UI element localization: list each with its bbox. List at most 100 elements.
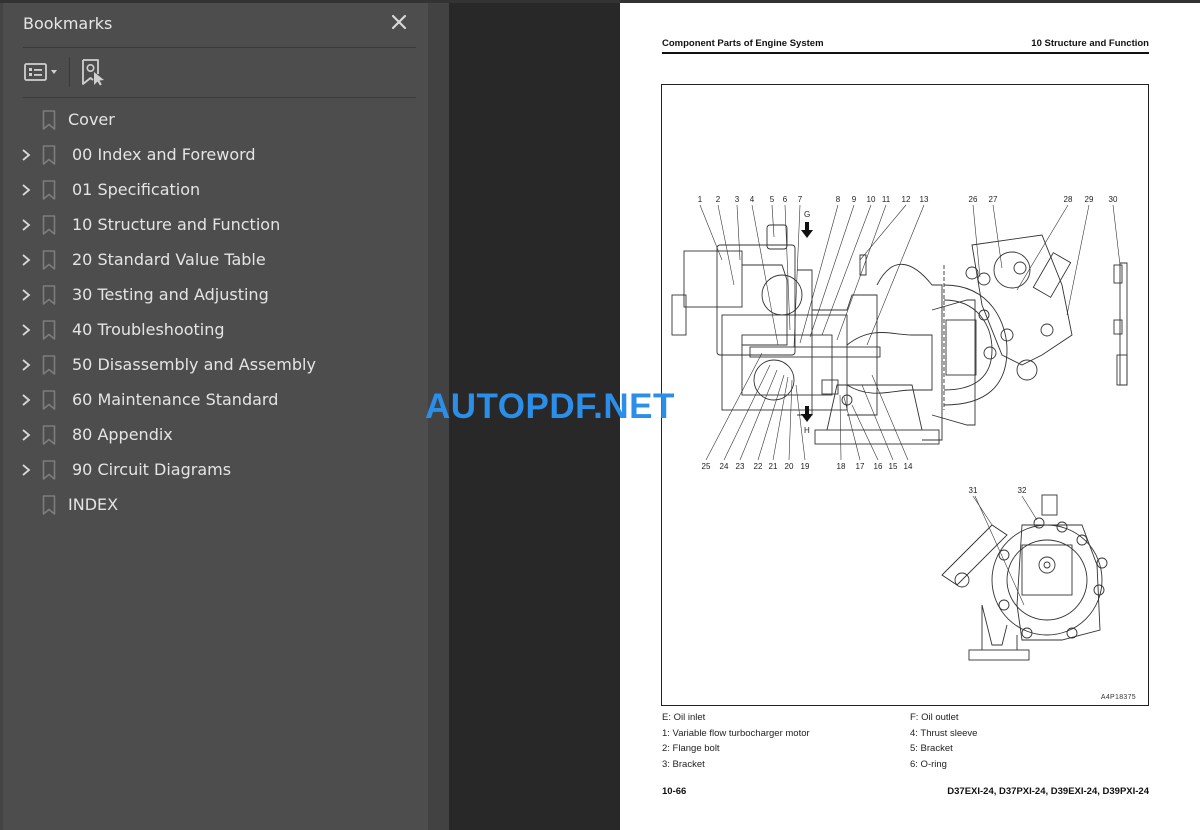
bookmark-label: 90 Circuit Diagrams (72, 460, 232, 479)
leader-line (795, 384, 806, 461)
chevron-right-icon[interactable] (20, 148, 32, 162)
bookmark-label: 60 Maintenance Standard (72, 390, 279, 409)
model-list: D37EXI-24, D37PXI-24, D39EXI-24, D39PXI-… (947, 786, 1149, 797)
part-callout: 14 (904, 462, 913, 471)
direction-arrow-g (801, 222, 813, 238)
toolbar-divider (23, 97, 416, 98)
legend-item: 3: Bracket (662, 758, 705, 770)
bookmark-item[interactable]: INDEX (3, 487, 431, 522)
find-current-bookmark-button[interactable] (80, 58, 106, 86)
part-callout: 29 (1085, 195, 1094, 204)
bookmark-item[interactable]: 40 Troubleshooting (3, 312, 431, 347)
page-header-section: Component Parts of Engine System (662, 38, 824, 49)
leader-line (851, 404, 879, 461)
bookmark-label: 50 Disassembly and Assembly (72, 355, 316, 374)
part-callout: 2 (716, 195, 721, 204)
watermark-text: AUTOPDF.NET (425, 387, 675, 426)
part-callout: 25 (702, 462, 711, 471)
options-menu-button[interactable] (23, 61, 59, 83)
part-callout: 19 (801, 462, 810, 471)
leader-line (784, 204, 791, 331)
leader-line (843, 396, 861, 461)
bookmark-item[interactable]: 01 Specification (3, 172, 431, 207)
direction-arrow-h (801, 406, 813, 422)
bookmark-label: 20 Standard Value Table (72, 250, 266, 269)
document-page: Component Parts of Engine System 10 Stru… (620, 3, 1200, 830)
leader-line (751, 204, 779, 346)
leader-line (992, 204, 1003, 269)
part-callout: 23 (736, 462, 745, 471)
legend-item: 2: Flange bolt (662, 743, 720, 754)
part-callout: 15 (889, 462, 898, 471)
chevron-right-icon[interactable] (20, 323, 32, 337)
bookmark-item[interactable]: 60 Maintenance Standard (3, 382, 431, 417)
legend-item: E: Oil inlet (662, 712, 706, 723)
list-options-icon (24, 63, 57, 81)
diagram-drawing: 1 2 3 4 5 6 7 8 9 10 11 12 1325 24 23 22 21 20 19 18 17 16 15 1… (671, 195, 1128, 661)
bookmark-label: 00 Index and Foreword (72, 145, 256, 164)
shaft (749, 346, 881, 358)
part-callout: 31 (969, 486, 978, 495)
header-divider (23, 47, 416, 48)
turbocharger-diagram: 1 2 3 4 5 6 7 8 9 10 11 12 13 25 24 23 22 21 20 19 18 17 16 15 1… (661, 84, 1149, 706)
part-callout: 26 (969, 195, 978, 204)
bookmark-list: Cover 00 Index and Foreword 01 Specificati… (3, 102, 431, 522)
close-panel-button[interactable] (389, 12, 409, 32)
bookmark-label: 30 Testing and Adjusting (72, 285, 269, 304)
legend-item: 4: Thrust sleeve (910, 727, 978, 739)
bookmark-item[interactable]: 10 Structure and Function (3, 207, 431, 242)
bookmark-item[interactable]: 50 Disassembly and Assembly (3, 347, 431, 382)
leader-line (839, 394, 842, 461)
part-callout: 12 (902, 195, 911, 204)
chevron-right-icon[interactable] (20, 428, 32, 442)
bookmark-item[interactable]: Cover (3, 102, 431, 137)
bookmark-icon (42, 390, 56, 410)
part-callout: 8 (836, 195, 841, 204)
bookmarks-toolbar (23, 56, 106, 88)
part-callout: 28 (1064, 195, 1073, 204)
direction-label-h: H (804, 426, 810, 435)
leader-line (861, 384, 894, 461)
leader-line (972, 204, 981, 278)
leader-line (1021, 495, 1038, 521)
part-callout: 16 (874, 462, 883, 471)
part-callout: 5 (770, 195, 775, 204)
leader-line (772, 376, 789, 461)
chevron-right-icon[interactable] (20, 183, 32, 197)
part-callout: 21 (769, 462, 778, 471)
direction-label-g: G (804, 210, 810, 219)
chevron-right-icon[interactable] (20, 358, 32, 372)
bookmark-item[interactable]: 80 Appendix (3, 417, 431, 452)
bookmark-label: 01 Specification (72, 180, 201, 199)
chevron-right-icon[interactable] (20, 253, 32, 267)
bookmark-icon (42, 460, 56, 480)
close-icon (391, 14, 407, 30)
leader-line (757, 374, 785, 461)
leader-line (736, 204, 741, 261)
part-callout: 11 (882, 195, 891, 204)
chevron-right-icon[interactable] (20, 218, 32, 232)
bookmark-item[interactable]: 20 Standard Value Table (3, 242, 431, 277)
part-callout: 13 (920, 195, 929, 204)
figure-code: A4P18375 (1100, 694, 1136, 701)
bookmark-item[interactable]: 00 Index and Foreword (3, 137, 431, 172)
part-callout: 9 (852, 195, 857, 204)
legend-column-1: E: Oil inlet 1: Variable flow turbocharg… (662, 710, 810, 772)
leader-line (836, 204, 887, 341)
part-callout: 17 (856, 462, 865, 471)
bookmark-item[interactable]: 30 Testing and Adjusting (3, 277, 431, 312)
leader-line (771, 204, 775, 238)
bookmark-icon (42, 425, 56, 445)
header-rule (662, 52, 1149, 54)
chevron-right-icon[interactable] (20, 288, 32, 302)
leader-line (705, 352, 763, 461)
leader-line (1016, 204, 1069, 291)
chevron-down-icon (51, 70, 57, 74)
chevron-right-icon[interactable] (20, 393, 32, 407)
bookmark-label: 40 Troubleshooting (72, 320, 225, 339)
leader-line (972, 495, 993, 526)
bookmark-item[interactable]: 90 Circuit Diagrams (3, 452, 431, 487)
chevron-right-icon[interactable] (20, 463, 32, 477)
leader-line (974, 495, 1025, 606)
toolbar-separator (69, 57, 70, 87)
